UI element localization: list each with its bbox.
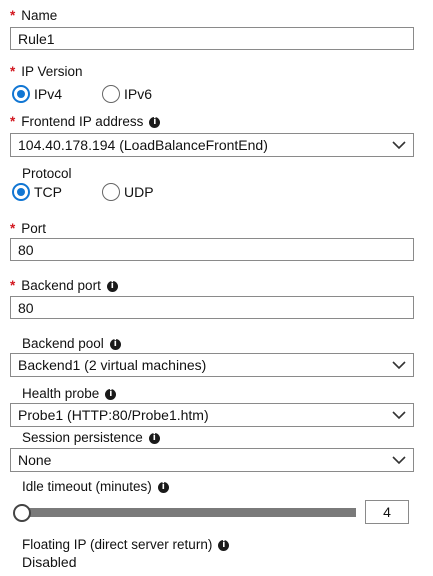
info-icon[interactable]: i <box>109 338 121 350</box>
info-icon[interactable]: i <box>106 280 118 292</box>
chevron-down-icon <box>392 456 406 465</box>
ip-version-label: * IP Version <box>10 64 83 79</box>
info-icon[interactable]: i <box>148 432 160 444</box>
info-icon[interactable]: i <box>157 481 169 493</box>
session-persistence-select[interactable]: None <box>10 448 414 472</box>
idle-timeout-label: Idle timeout (minutes) i <box>22 479 169 494</box>
floating-ip-label: Floating IP (direct server return) i <box>22 537 230 552</box>
health-probe-label: Health probe i <box>22 386 117 401</box>
protocol-tcp-radio[interactable]: TCP <box>12 183 62 201</box>
idle-timeout-slider-thumb[interactable] <box>13 504 31 522</box>
required-asterisk: * <box>10 278 16 293</box>
backend-pool-select[interactable]: Backend1 (2 virtual machines) <box>10 353 414 377</box>
radio-selected-icon <box>12 85 30 103</box>
required-asterisk: * <box>10 221 16 236</box>
protocol-udp-radio[interactable]: UDP <box>102 183 154 201</box>
required-asterisk: * <box>10 8 16 23</box>
health-probe-select[interactable]: Probe1 (HTTP:80/Probe1.htm) <box>10 403 414 427</box>
info-icon[interactable]: i <box>105 388 117 400</box>
radio-unselected-icon <box>102 183 120 201</box>
ip-version-ipv6-radio[interactable]: IPv6 <box>102 85 152 103</box>
floating-ip-value: Disabled <box>22 554 77 570</box>
chevron-down-icon <box>392 141 406 150</box>
radio-unselected-icon <box>102 85 120 103</box>
frontend-ip-select[interactable]: 104.40.178.194 (LoadBalanceFrontEnd) <box>10 133 414 157</box>
required-asterisk: * <box>10 64 16 79</box>
idle-timeout-slider-track[interactable] <box>18 508 356 517</box>
chevron-down-icon <box>392 361 406 370</box>
port-label: * Port <box>10 221 47 236</box>
backend-pool-label: Backend pool i <box>22 336 121 351</box>
name-label: * Name <box>10 8 58 23</box>
idle-timeout-value-input[interactable]: 4 <box>365 500 409 524</box>
session-persistence-label: Session persistence i <box>22 430 160 445</box>
protocol-label: Protocol <box>22 166 72 181</box>
name-input[interactable]: Rule1 <box>10 27 414 50</box>
radio-selected-icon <box>12 183 30 201</box>
info-icon[interactable]: i <box>218 539 230 551</box>
frontend-ip-label: * Frontend IP address i <box>10 114 161 129</box>
port-input[interactable]: 80 <box>10 238 414 261</box>
chevron-down-icon <box>392 411 406 420</box>
ip-version-ipv4-radio[interactable]: IPv4 <box>12 85 62 103</box>
required-asterisk: * <box>10 114 16 129</box>
info-icon[interactable]: i <box>149 116 161 128</box>
backend-port-label: * Backend port i <box>10 278 118 293</box>
backend-port-input[interactable]: 80 <box>10 296 414 319</box>
